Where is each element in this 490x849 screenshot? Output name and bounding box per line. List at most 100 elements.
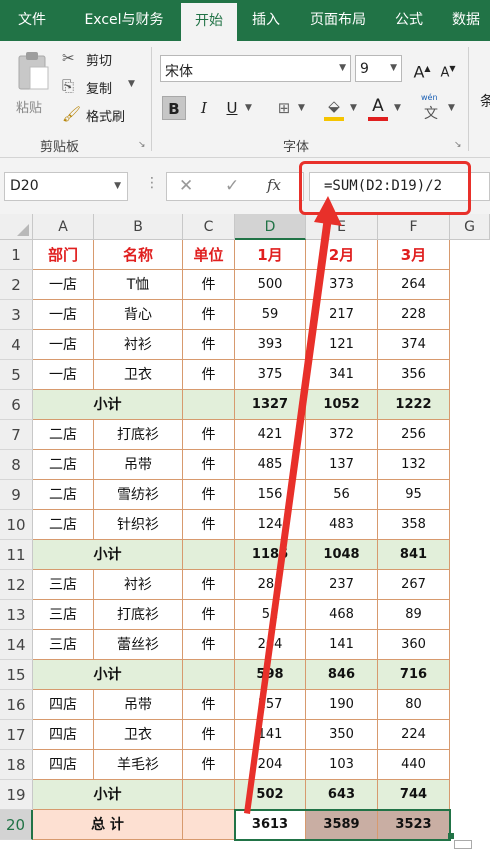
cell-f10[interactable]: 358	[378, 510, 450, 540]
row-header[interactable]: 5	[0, 360, 33, 390]
cell-c11[interactable]	[183, 540, 235, 570]
cell-e4[interactable]: 121	[306, 330, 378, 360]
cell-a14[interactable]: 三店	[33, 630, 94, 660]
cell-e1[interactable]: 2月	[306, 240, 378, 270]
borders-icon[interactable]: ⊞	[272, 96, 296, 120]
cell-a7[interactable]: 二店	[33, 420, 94, 450]
cell-b4[interactable]: 衬衫	[94, 330, 183, 360]
cell-e20[interactable]: 3589	[306, 810, 378, 840]
cell-e8[interactable]: 137	[306, 450, 378, 480]
cell-e13[interactable]: 468	[306, 600, 378, 630]
cell-c3[interactable]: 件	[183, 300, 235, 330]
cell-e17[interactable]: 350	[306, 720, 378, 750]
cell-e14[interactable]: 141	[306, 630, 378, 660]
row-header[interactable]: 3	[0, 300, 33, 330]
cell-d19[interactable]: 502	[235, 780, 306, 810]
cell-f8[interactable]: 132	[378, 450, 450, 480]
cell-c13[interactable]: 件	[183, 600, 235, 630]
cell-b16[interactable]: 吊带	[94, 690, 183, 720]
cell-e11[interactable]: 1048	[306, 540, 378, 570]
cell-f16[interactable]: 80	[378, 690, 450, 720]
column-header-c[interactable]: C	[183, 214, 235, 240]
cell-b17[interactable]: 卫衣	[94, 720, 183, 750]
cell-b8[interactable]: 吊带	[94, 450, 183, 480]
cell-c20[interactable]	[183, 810, 235, 840]
format-painter-button[interactable]: 🖌 格式刷	[62, 105, 138, 127]
row-header[interactable]: 14	[0, 630, 33, 660]
italic-button[interactable]: I	[192, 96, 216, 120]
underline-button[interactable]: U	[220, 96, 244, 120]
cell-f14[interactable]: 360	[378, 630, 450, 660]
cell-d3[interactable]: 59	[235, 300, 306, 330]
tab-file[interactable]: 文件	[6, 0, 58, 41]
cell-b2[interactable]: T恤	[94, 270, 183, 300]
insert-function-icon[interactable]: fx	[267, 176, 281, 194]
fill-color-icon[interactable]: ⬙	[322, 94, 346, 118]
row-header[interactable]: 9	[0, 480, 33, 510]
row-header[interactable]: 18	[0, 750, 33, 780]
cell-c14[interactable]: 件	[183, 630, 235, 660]
cell-e5[interactable]: 341	[306, 360, 378, 390]
cell-d4[interactable]: 393	[235, 330, 306, 360]
cell-b10[interactable]: 针织衫	[94, 510, 183, 540]
cell-a6[interactable]: 小计	[33, 390, 183, 420]
tab-home[interactable]: 开始	[181, 3, 237, 41]
cut-button[interactable]: ✂ 剪切	[62, 49, 128, 71]
cell-e6[interactable]: 1052	[306, 390, 378, 420]
cell-f5[interactable]: 356	[378, 360, 450, 390]
bold-button[interactable]: B	[162, 96, 186, 120]
column-header-d[interactable]: D	[235, 214, 306, 240]
cell-b12[interactable]: 衬衫	[94, 570, 183, 600]
cell-e12[interactable]: 237	[306, 570, 378, 600]
row-header[interactable]: 1	[0, 240, 33, 270]
cell-d6[interactable]: 1327	[235, 390, 306, 420]
copy-button[interactable]: ⎘ 复制 ▼	[62, 77, 138, 99]
cell-c18[interactable]: 件	[183, 750, 235, 780]
cell-b3[interactable]: 背心	[94, 300, 183, 330]
tab-data[interactable]: 数据	[442, 0, 490, 41]
cell-d17[interactable]: 141	[235, 720, 306, 750]
cell-b18[interactable]: 羊毛衫	[94, 750, 183, 780]
row-header[interactable]: 17	[0, 720, 33, 750]
cell-c2[interactable]: 件	[183, 270, 235, 300]
cell-a12[interactable]: 三店	[33, 570, 94, 600]
cell-c8[interactable]: 件	[183, 450, 235, 480]
cell-f12[interactable]: 267	[378, 570, 450, 600]
cell-a5[interactable]: 一店	[33, 360, 94, 390]
cell-d5[interactable]: 375	[235, 360, 306, 390]
row-header[interactable]: 16	[0, 690, 33, 720]
column-header-e[interactable]: E	[306, 214, 378, 240]
cell-e15[interactable]: 846	[306, 660, 378, 690]
cell-d8[interactable]: 485	[235, 450, 306, 480]
cell-a18[interactable]: 四店	[33, 750, 94, 780]
cell-d9[interactable]: 156	[235, 480, 306, 510]
phonetic-button[interactable]: wén 文	[418, 93, 444, 123]
cell-a8[interactable]: 二店	[33, 450, 94, 480]
cancel-icon[interactable]: ✕	[179, 176, 193, 196]
cell-f19[interactable]: 744	[378, 780, 450, 810]
cell-d14[interactable]: 264	[235, 630, 306, 660]
column-header-b[interactable]: B	[94, 214, 183, 240]
cell-b14[interactable]: 蕾丝衫	[94, 630, 183, 660]
cell-d11[interactable]: 1186	[235, 540, 306, 570]
cell-e19[interactable]: 643	[306, 780, 378, 810]
row-header[interactable]: 10	[0, 510, 33, 540]
cell-c12[interactable]: 件	[183, 570, 235, 600]
fill-handle[interactable]	[448, 833, 454, 839]
cell-a3[interactable]: 一店	[33, 300, 94, 330]
cell-d1[interactable]: 1月	[235, 240, 306, 270]
worksheet-grid[interactable]: ABCDEFG 1 部门 名称 单位 1月 2月 3月 2 一店 T恤件 500 373 264 3 一店背…	[0, 214, 490, 849]
row-header[interactable]: 8	[0, 450, 33, 480]
cell-d18[interactable]: 204	[235, 750, 306, 780]
cell-b7[interactable]: 打底衫	[94, 420, 183, 450]
cell-f11[interactable]: 841	[378, 540, 450, 570]
cell-e16[interactable]: 190	[306, 690, 378, 720]
row-header[interactable]: 11	[0, 540, 33, 570]
cell-b5[interactable]: 卫衣	[94, 360, 183, 390]
shrink-font-button[interactable]: A▼	[436, 57, 460, 81]
cell-d13[interactable]: 51	[235, 600, 306, 630]
cell-d16[interactable]: 157	[235, 690, 306, 720]
cell-a4[interactable]: 一店	[33, 330, 94, 360]
column-header-f[interactable]: F	[378, 214, 450, 240]
cell-a11[interactable]: 小计	[33, 540, 183, 570]
